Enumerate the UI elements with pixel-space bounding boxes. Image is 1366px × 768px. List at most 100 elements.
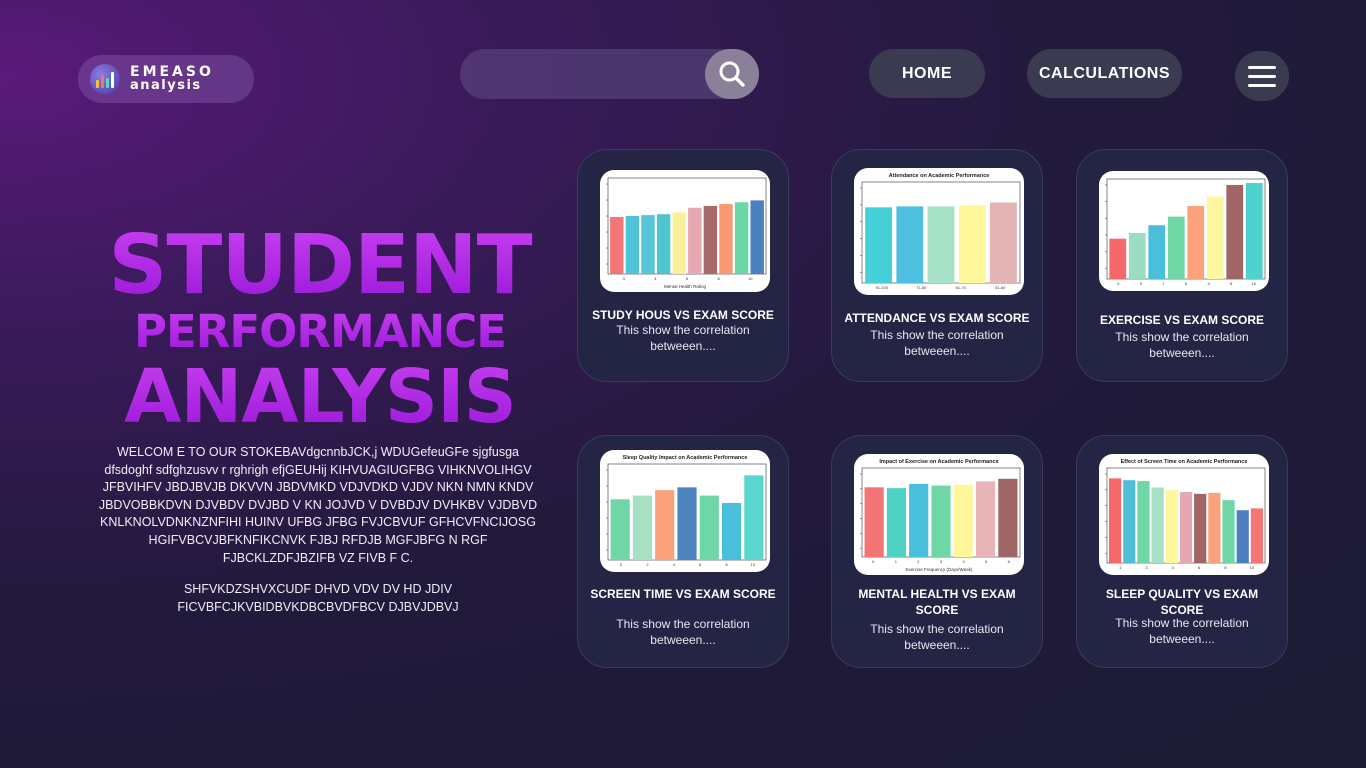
intro-paragraph-1: WELCOM E TO OUR STOKEBAVdgcnnbJCK,j WDUG… <box>98 445 538 565</box>
chart-bar <box>655 490 675 560</box>
card-chart-thumbnail: Effect of Screen Time on Academic Perfor… <box>1099 454 1269 575</box>
chart-bar <box>927 206 955 283</box>
analysis-card-sleep-quality[interactable]: Effect of Screen Time on Academic Perfor… <box>1076 435 1288 668</box>
chart-bar <box>864 487 884 557</box>
chart-bar <box>865 207 893 283</box>
analysis-card-study-hours[interactable]: 3 4 6 8 10 Mental Health Rating STUDY HOUS VS… <box>577 149 789 382</box>
chart-title: Effect of Screen Time on Academic Perfor… <box>1121 459 1248 465</box>
hamburger-menu-icon <box>1248 65 1276 69</box>
chart-bar <box>896 206 924 283</box>
nav-home-button[interactable]: HOME <box>869 49 985 98</box>
card-title: STUDY HOUS VS EXAM SCORE <box>592 308 774 322</box>
chart-x-tick-label: 5 <box>1185 281 1188 286</box>
bar-chart-logo-icon <box>90 64 120 94</box>
chart-bar <box>734 202 749 274</box>
hamburger-menu-icon-bar <box>1248 83 1276 87</box>
chart-bar <box>672 212 686 274</box>
chart-x-tick-label: 1 <box>1119 565 1122 570</box>
card-chart-thumbnail: Impact of Exercise on Academic Performan… <box>854 454 1024 575</box>
chart-x-tick-label: 2 <box>917 559 920 564</box>
chart-bar <box>1167 216 1185 279</box>
chart-x-tick-label: 61-70 <box>956 285 967 290</box>
chart-bar <box>1236 510 1249 563</box>
brand-logo[interactable]: EMEASO analysis <box>78 55 254 103</box>
card-chart-thumbnail: 3 4 6 8 10 Mental Health Rating <box>600 170 770 292</box>
chart-bar <box>750 200 764 274</box>
chart-bar <box>1109 238 1127 279</box>
card-description: This show the correlation betweeen.... <box>616 323 750 353</box>
brand-name: EMEASO analysis <box>130 65 214 92</box>
chart-bar <box>1151 487 1164 563</box>
card-title: MENTAL HEALTH VS EXAM SCORE <box>858 587 1016 617</box>
chart-bar <box>703 205 718 274</box>
card-title: ATTENDANCE VS EXAM SCORE <box>844 311 1030 325</box>
card-description: This show the correlation betweeen.... <box>870 328 1004 358</box>
chart-x-tick-label: 10 <box>1251 281 1256 286</box>
chart-bar <box>1148 225 1166 279</box>
nav-calculations-button[interactable]: CALCULATIONS <box>1027 49 1182 98</box>
chart-bar <box>998 478 1018 557</box>
analysis-card-attendance[interactable]: Attendance on Academic Performance 91-100… <box>831 149 1043 382</box>
search-input[interactable] <box>480 61 704 89</box>
chart-x-tick-label: 4 <box>962 559 965 564</box>
chart-x-tick-label: 3 <box>1140 281 1143 286</box>
chart-title: Sleep Quality Impact on Academic Perform… <box>623 455 748 461</box>
chart-x-tick-label: 3 <box>940 559 943 564</box>
chart-bar <box>1108 478 1122 563</box>
hero-title-line3: ANALYSIS <box>100 357 540 437</box>
chart-x-tick-label: 10 <box>1250 565 1255 570</box>
chart-bar <box>1245 183 1263 279</box>
chart-bar <box>975 481 996 557</box>
card-title: EXERCISE VS EXAM SCORE <box>1099 313 1265 327</box>
chart-x-label: Mental Health Rating <box>664 284 707 289</box>
chart-x-tick-label: 6 <box>1198 565 1201 570</box>
chart-bar <box>1165 490 1178 563</box>
chart-bar <box>886 488 907 557</box>
chart-x-tick-label: 8 <box>1230 281 1233 286</box>
intro-text: WELCOM E TO OUR STOKEBAVdgcnnbJCK,j WDUG… <box>98 444 538 630</box>
chart-x-tick-label: 5 <box>985 559 988 564</box>
card-title: SCREEN TIME VS EXAM SCORE <box>590 587 776 601</box>
chart-bar <box>1187 206 1205 279</box>
chart-bar <box>909 483 929 557</box>
chart-bar <box>1123 480 1136 563</box>
chart-x-tick-label: 8 <box>1224 565 1227 570</box>
chart-bar <box>656 214 671 274</box>
card-chart-thumbnail: Sleep Quality Impact on Academic Perform… <box>600 450 770 572</box>
hamburger-menu-button[interactable] <box>1235 51 1289 101</box>
chart-bar <box>744 475 764 560</box>
hero-title-line1: STUDENT <box>100 225 540 307</box>
chart-bar <box>641 215 655 274</box>
chart-bar <box>931 485 951 557</box>
chart-title: Attendance on Academic Performance <box>889 173 990 179</box>
chart-bar <box>610 216 624 274</box>
intro-paragraph-2: SHFVKDZSHVXCUDF DHVD VDV DV HD JDIV FICV… <box>177 582 459 614</box>
chart-bar <box>688 207 702 274</box>
analysis-card-exercise[interactable]: 0 3 7 5 4 8 10 EXERCISE VS EXAM SCORE This sho… <box>1076 149 1288 382</box>
chart-bar <box>1137 481 1150 563</box>
chart-x-tick-label: 2 <box>646 562 649 567</box>
chart-x-tick-label: 4 <box>673 562 676 567</box>
chart-x-tick-label: 0 <box>1117 281 1120 286</box>
chart-x-tick-label: 91-100 <box>876 285 889 290</box>
chart-x-tick-label: 4 <box>654 276 657 281</box>
chart-x-tick-label: 3 <box>623 276 626 281</box>
analysis-card-screen-time[interactable]: Sleep Quality Impact on Academic Perform… <box>577 435 789 668</box>
chart-x-tick-label: 4 <box>1207 281 1210 286</box>
chart-bar <box>1226 184 1244 279</box>
analysis-card-mental-health[interactable]: Impact of Exercise on Academic Performan… <box>831 435 1043 668</box>
chart-bar <box>1194 493 1207 563</box>
chart-x-tick-label: 51-60 <box>995 285 1006 290</box>
chart-bar <box>1222 500 1235 563</box>
chart-x-tick-label: 4 <box>1172 565 1175 570</box>
chart-x-tick-label: 71-80 <box>916 285 927 290</box>
search-icon <box>719 61 745 87</box>
chart-bar <box>721 502 742 560</box>
search-button[interactable] <box>705 49 759 99</box>
chart-bar <box>625 216 640 274</box>
chart-bar <box>1208 492 1221 563</box>
chart-bar <box>719 204 733 274</box>
chart-x-tick-label: 10 <box>748 276 753 281</box>
hero-title: STUDENT PERFORMANCE ANALYSIS <box>100 225 540 438</box>
chart-bar <box>1128 232 1146 279</box>
